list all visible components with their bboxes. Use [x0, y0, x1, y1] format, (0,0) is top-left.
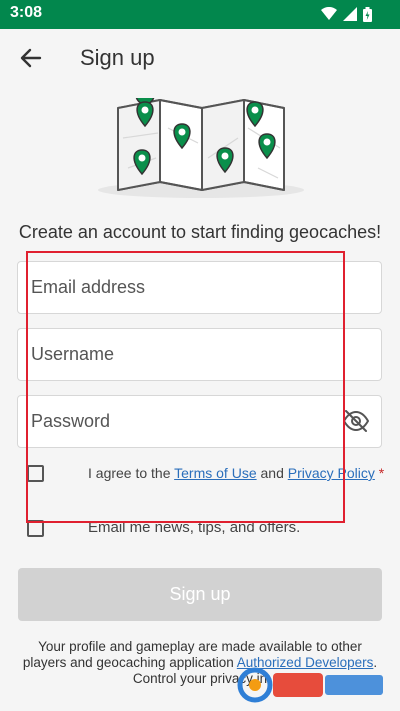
page-title: Sign up [80, 45, 155, 70]
battery-icon [363, 6, 372, 22]
signal-icon [343, 7, 357, 21]
cr173-watermark-logo [237, 667, 383, 703]
tagline: Create an account to start finding geoca… [18, 222, 382, 242]
password-input[interactable] [31, 396, 331, 447]
status-bar: 3:08 [0, 0, 400, 29]
back-arrow-icon[interactable] [18, 45, 44, 71]
signup-button[interactable]: Sign up [18, 568, 382, 621]
app-bar: Sign up [0, 29, 400, 87]
privacy-policy-link[interactable]: Privacy Policy [288, 465, 375, 481]
terms-checkbox[interactable] [27, 465, 44, 482]
wifi-icon [321, 7, 337, 20]
email-input[interactable] [31, 262, 331, 313]
email-field[interactable] [17, 261, 382, 314]
username-input[interactable] [31, 329, 331, 380]
terms-of-use-link[interactable]: Terms of Use [174, 465, 256, 481]
required-mark: * [378, 465, 385, 481]
terms-and: and [256, 465, 288, 481]
status-icons [321, 6, 372, 22]
newsletter-label: Email me news, tips, and offers. [88, 519, 301, 536]
password-field[interactable] [17, 395, 382, 448]
eye-off-icon[interactable] [343, 410, 369, 432]
status-time: 3:08 [10, 4, 43, 21]
username-field[interactable] [17, 328, 382, 381]
map-with-pins-illustration [98, 98, 304, 198]
newsletter-checkbox[interactable] [27, 520, 44, 537]
terms-label: I agree to the Terms of Use and Privacy … [88, 465, 384, 481]
terms-prefix: I agree to the [88, 465, 175, 481]
